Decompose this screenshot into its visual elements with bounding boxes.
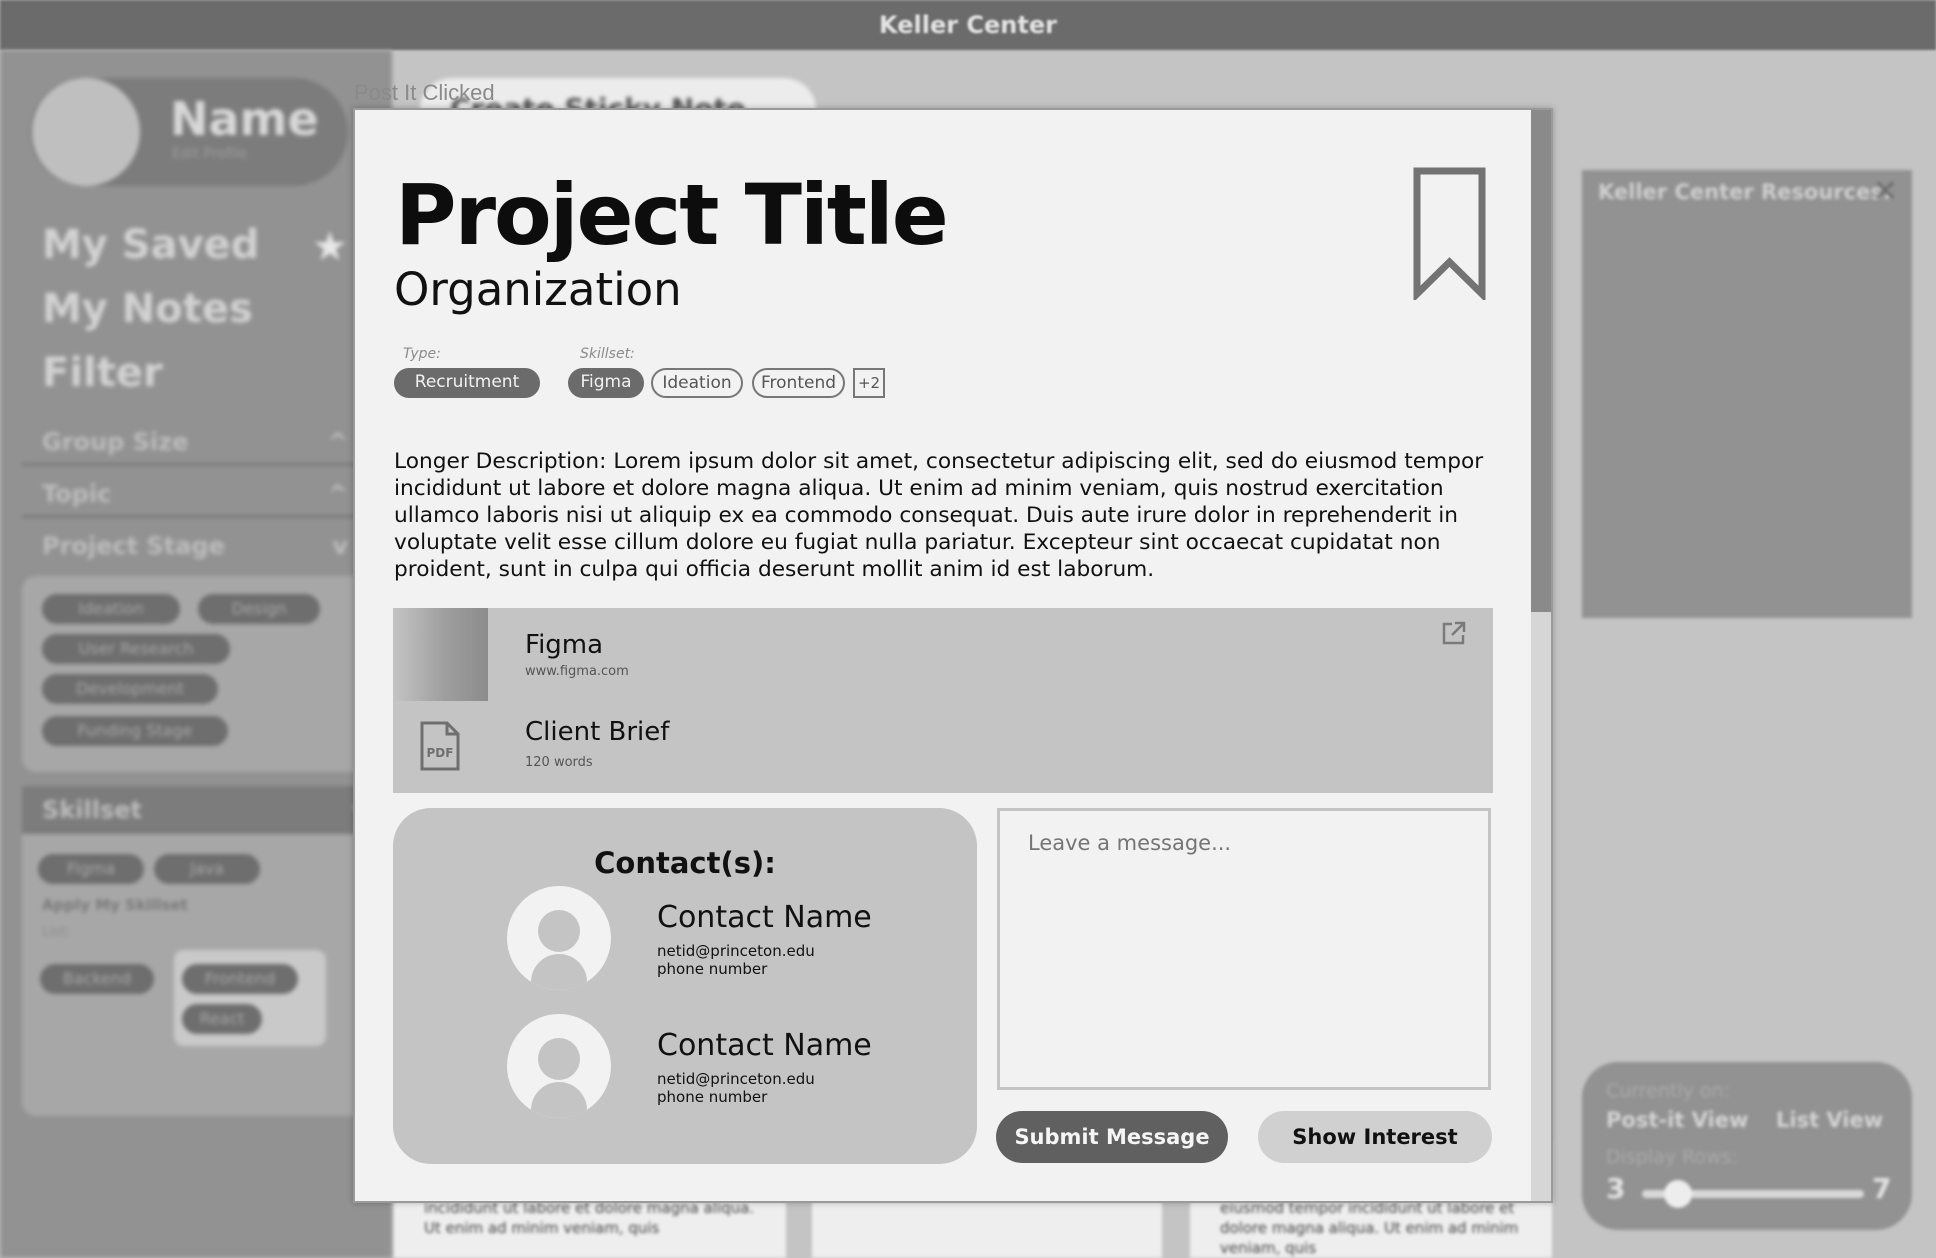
list-label: List: (42, 924, 72, 940)
skill-tag[interactable]: Ideation (651, 368, 743, 398)
pdf-icon-label: PDF (427, 746, 454, 760)
project-modal: Project Title Organization Type: Recruit… (353, 108, 1553, 1203)
close-icon[interactable]: ✕ (1873, 174, 1898, 209)
type-label: Type: (403, 346, 441, 362)
accordion-label: Group Size (42, 428, 189, 456)
resource-title: Client Brief (525, 717, 670, 747)
stage-tag[interactable]: Funding Stage (42, 716, 228, 746)
sidebar: Name Edit Profile My Saved ★ My Notes Fi… (0, 50, 392, 1258)
app-title-bar: Keller Center (0, 0, 1936, 50)
list-tag[interactable]: React (182, 1004, 262, 1034)
contact-avatar-icon (507, 886, 611, 990)
avatar (32, 78, 140, 186)
rows-slider-thumb[interactable] (1664, 1180, 1693, 1208)
stage-tag[interactable]: Ideation (42, 594, 180, 624)
scrollbar-thumb[interactable] (1531, 110, 1551, 612)
resource-item-figma[interactable]: Figma www.figma.com (393, 608, 1493, 701)
accordion-group-size[interactable]: Group Size ^ (22, 418, 362, 466)
edit-profile-link[interactable]: Edit Profile (172, 146, 247, 162)
accordion-label: Skillset (42, 796, 142, 824)
contact-avatar-icon (507, 1014, 611, 1118)
project-stage-panel: Ideation Design User Research Developmen… (22, 576, 382, 772)
contact-name: Contact Name (657, 900, 872, 935)
modal-scrollbar[interactable] (1531, 110, 1551, 1201)
external-link-icon[interactable] (1441, 620, 1467, 650)
resource-word-count: 120 words (525, 755, 593, 770)
skill-tag[interactable]: Figma (38, 854, 144, 884)
project-title: Project Title (395, 166, 949, 264)
show-interest-button[interactable]: Show Interest (1258, 1111, 1492, 1163)
display-rows-label: Display Rows: (1606, 1146, 1738, 1168)
stage-tag[interactable]: User Research (42, 634, 230, 664)
nav-my-notes[interactable]: My Notes (42, 286, 253, 332)
post-it-view-toggle[interactable]: Post-it View (1606, 1108, 1748, 1132)
project-description: Longer Description: Lorem ipsum dolor si… (394, 449, 1484, 582)
submit-message-button[interactable]: Submit Message (996, 1111, 1228, 1163)
bookmark-icon[interactable] (1412, 166, 1488, 304)
contact-phone: phone number (657, 1088, 768, 1106)
list-view-toggle[interactable]: List View (1776, 1108, 1883, 1132)
accordion-label: Project Stage (42, 532, 225, 560)
resources-panel: Keller Center Resources: ✕ (1582, 170, 1912, 618)
accordion-skillset[interactable]: Skillsetv (22, 786, 382, 834)
skill-tag[interactable]: Java (154, 854, 260, 884)
pdf-icon: PDF (419, 721, 461, 775)
accordion-label: Topic (42, 480, 112, 508)
contact-email[interactable]: netid@princeton.edu (657, 942, 815, 960)
resources-title: Keller Center Resources: (1598, 180, 1892, 204)
list-tag[interactable]: Frontend (182, 964, 298, 994)
chevron-up-icon: ^ (327, 428, 348, 456)
skillset-panel: Figma Java Apply My Skillset List: Backe… (22, 834, 382, 1116)
rows-min-label: 3 (1606, 1172, 1626, 1205)
resource-item-client-brief[interactable]: PDF Client Brief 120 words (393, 701, 1493, 793)
skill-tag[interactable]: Figma (568, 368, 644, 398)
accordion-topic[interactable]: Topic ^ (22, 470, 362, 518)
nav-my-saved[interactable]: My Saved (42, 222, 259, 268)
contacts-title: Contact(s): (594, 846, 776, 880)
message-input[interactable] (997, 808, 1491, 1090)
resource-list: Figma www.figma.com PDF Client Brief 120… (393, 608, 1493, 793)
nav-filter[interactable]: Filter (42, 350, 163, 396)
profile-name: Name (170, 92, 319, 146)
contacts-card: Contact(s): Contact Name netid@princeton… (393, 808, 977, 1164)
more-tags-badge[interactable]: +2 (853, 368, 885, 398)
stage-tag[interactable]: Design (198, 594, 320, 624)
apply-skillset-link[interactable]: Apply My Skillset (42, 896, 188, 914)
rows-max-label: 7 (1872, 1172, 1892, 1205)
organization-name: Organization (394, 263, 682, 316)
skill-tag[interactable]: Frontend (752, 368, 845, 398)
contact-email[interactable]: netid@princeton.edu (657, 1070, 815, 1088)
accordion-project-stage[interactable]: Project Stage v (22, 522, 362, 570)
contact-phone: phone number (657, 960, 768, 978)
star-icon: ★ (312, 224, 348, 270)
chevron-up-icon: ^ (327, 480, 348, 508)
type-tag[interactable]: Recruitment (394, 368, 540, 398)
view-settings-panel: Currently on: Post-it View List View Dis… (1582, 1062, 1912, 1230)
stage-tag[interactable]: Development (42, 674, 218, 704)
state-label: Post It Clicked (354, 80, 495, 105)
skillset-label: Skillset: (580, 346, 635, 362)
resource-url: www.figma.com (525, 664, 629, 679)
resource-title: Figma (525, 630, 604, 660)
profile-card[interactable]: Name Edit Profile (30, 78, 348, 186)
contact-name: Contact Name (657, 1028, 872, 1063)
chevron-down-icon: v (332, 532, 348, 560)
list-tag[interactable]: Backend (40, 964, 154, 994)
figma-thumbnail (393, 608, 488, 701)
currently-on-label: Currently on: (1606, 1080, 1730, 1102)
